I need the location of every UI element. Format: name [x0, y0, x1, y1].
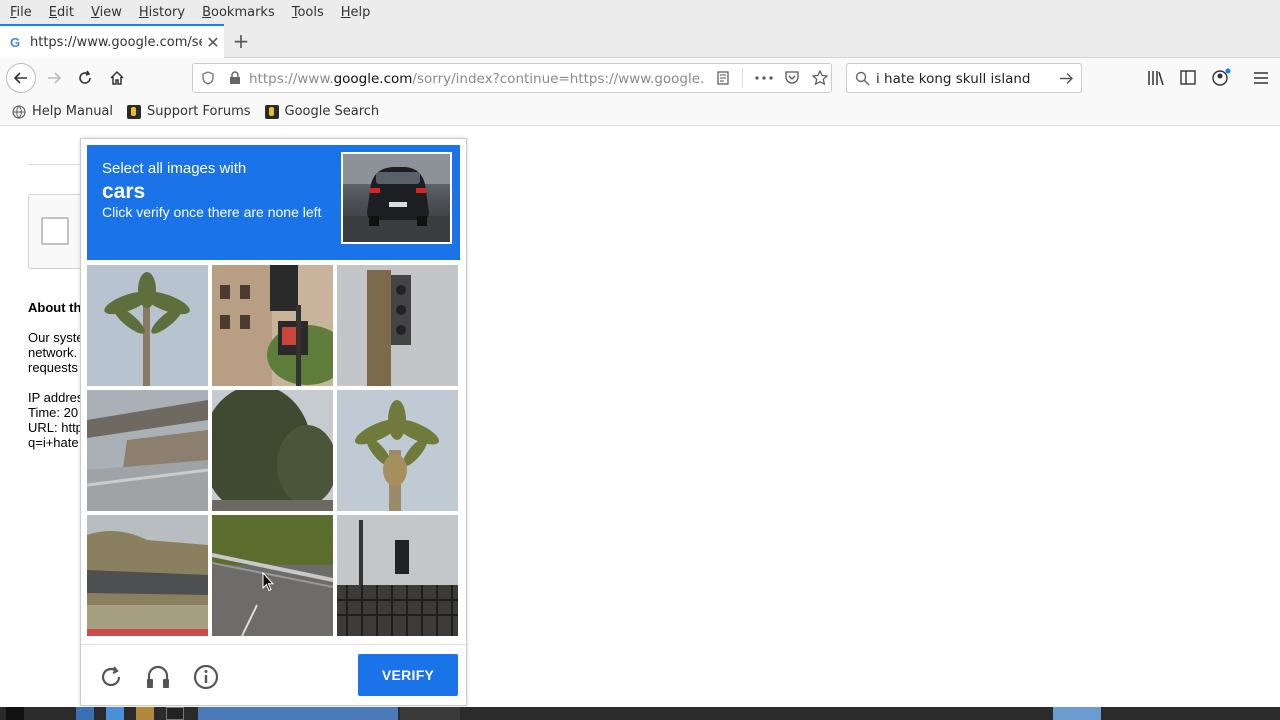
page-text-line: requests	[28, 360, 78, 375]
verify-button[interactable]: VERIFY	[358, 654, 458, 696]
captcha-sample-image	[341, 152, 452, 244]
forward-arrow-icon	[48, 72, 62, 84]
tab-title: https://www.google.com/se	[30, 34, 202, 50]
divider	[28, 164, 88, 165]
taskbar-app-icon[interactable]	[76, 707, 94, 720]
menu-tools[interactable]: Tools	[292, 5, 324, 20]
nav-bar: https://www.google.com/sorry/index?conti…	[0, 58, 1280, 98]
page-text-line: Time: 20	[28, 405, 79, 420]
url-rest: /sorry/index?continue=https://www.google…	[412, 71, 704, 87]
home-icon	[110, 70, 124, 85]
page-text-line: Our syste	[28, 330, 84, 345]
menu-history[interactable]: History	[139, 5, 185, 20]
tab-bar: G https://www.google.com/se ✕ +	[0, 24, 1280, 58]
reload-button[interactable]	[71, 64, 99, 92]
captcha-tile-palm-tree[interactable]	[337, 390, 458, 511]
captcha-subinstruction: Click verify once there are none left	[102, 204, 322, 220]
menu-file[interactable]: File	[10, 5, 32, 20]
captcha-tile-palm-tree[interactable]	[87, 265, 208, 386]
search-bar[interactable]: i hate kong skull island	[846, 63, 1082, 93]
menu-bookmarks[interactable]: Bookmarks	[202, 5, 275, 20]
search-input[interactable]: i hate kong skull island	[876, 71, 1031, 87]
home-button[interactable]	[103, 64, 131, 92]
reload-icon	[79, 70, 91, 84]
search-go-arrow-icon[interactable]	[1059, 72, 1074, 85]
mouse-cursor-icon	[262, 572, 274, 592]
taskbar-window[interactable]	[400, 707, 460, 720]
menu-help[interactable]: Help	[341, 5, 371, 20]
info-icon[interactable]	[191, 662, 221, 692]
bookmark-help-manual[interactable]: Help Manual	[12, 104, 113, 119]
bookmark-label: Google Search	[284, 104, 380, 119]
lock-icon[interactable]	[229, 71, 241, 85]
bookmark-favicon-icon	[264, 104, 279, 119]
bookmark-google-search[interactable]: Google Search	[264, 104, 380, 119]
menu-view[interactable]: View	[91, 5, 122, 20]
forward-button[interactable]	[40, 64, 68, 92]
captcha-tile-traffic-light-building[interactable]	[212, 265, 333, 386]
recaptcha-widget[interactable]	[28, 194, 88, 269]
google-favicon-icon: G	[10, 34, 21, 50]
captcha-tile-traffic-light-fence[interactable]	[337, 515, 458, 636]
taskbar-window-firefox[interactable]	[198, 707, 398, 720]
captcha-tile-tree[interactable]	[212, 390, 333, 511]
url-prefix: https://www.	[249, 71, 334, 87]
captcha-tile-overpass[interactable]	[87, 390, 208, 511]
captcha-tile-traffic-light-sky[interactable]	[337, 265, 458, 386]
about-heading: About th	[28, 300, 82, 315]
recaptcha-checkbox[interactable]	[41, 217, 69, 245]
captcha-footer: VERIFY	[81, 644, 466, 706]
globe-icon	[12, 104, 26, 119]
library-icon[interactable]	[1147, 70, 1165, 86]
url-bar[interactable]: https://www.google.com/sorry/index?conti…	[192, 63, 832, 93]
bookmark-label: Help Manual	[32, 104, 114, 119]
captcha-challenge: Select all images with cars Click verify…	[80, 138, 467, 706]
bookmark-favicon-icon	[127, 104, 142, 119]
search-icon	[855, 71, 870, 86]
new-tab-icon[interactable]: +	[229, 28, 253, 54]
page-text-line: q=i+hate	[28, 435, 79, 450]
bookmark-support-forums[interactable]: Support Forums	[127, 104, 251, 119]
reader-view-icon[interactable]	[716, 71, 730, 85]
bookmark-star-icon[interactable]	[812, 70, 828, 86]
shield-icon[interactable]	[201, 71, 215, 85]
captcha-target: cars	[102, 180, 146, 203]
captcha-instruction: Select all images with	[102, 160, 247, 177]
close-tab-icon[interactable]: ✕	[202, 33, 224, 52]
back-arrow-icon	[13, 72, 27, 84]
reload-challenge-icon[interactable]	[96, 662, 126, 692]
audio-challenge-icon[interactable]	[143, 662, 173, 692]
taskbar-tray-item[interactable]	[1053, 707, 1101, 720]
captcha-tile-bridge[interactable]	[87, 515, 208, 636]
page-text-line: IP addres	[28, 390, 84, 405]
captcha-header: Select all images with cars Click verify…	[87, 145, 460, 260]
url-text[interactable]: https://www.google.com/sorry/index?conti…	[249, 71, 704, 87]
back-button[interactable]	[6, 63, 36, 93]
start-menu-icon[interactable]	[6, 707, 24, 720]
sidebar-icon[interactable]	[1180, 70, 1196, 85]
page-text-line: URL: http	[28, 420, 83, 435]
menu-bar: File Edit View History Bookmarks Tools H…	[0, 0, 1280, 24]
pocket-icon[interactable]	[784, 71, 800, 85]
taskbar	[0, 707, 1280, 720]
hamburger-menu-icon[interactable]	[1253, 71, 1269, 85]
menu-edit[interactable]: Edit	[49, 5, 74, 20]
url-domain: google.com	[333, 71, 413, 87]
terminal-icon[interactable]	[166, 707, 184, 720]
tab-google[interactable]: G https://www.google.com/se ✕	[0, 24, 224, 58]
taskbar-app-icon[interactable]	[106, 707, 124, 720]
bookmarks-toolbar: Help Manual Support Forums Google Search	[0, 98, 1280, 126]
page-text-line: network.	[28, 345, 78, 360]
more-actions-icon[interactable]	[755, 76, 773, 80]
folder-icon[interactable]	[136, 707, 154, 720]
account-icon[interactable]	[1211, 68, 1231, 86]
bookmark-label: Support Forums	[147, 104, 251, 119]
